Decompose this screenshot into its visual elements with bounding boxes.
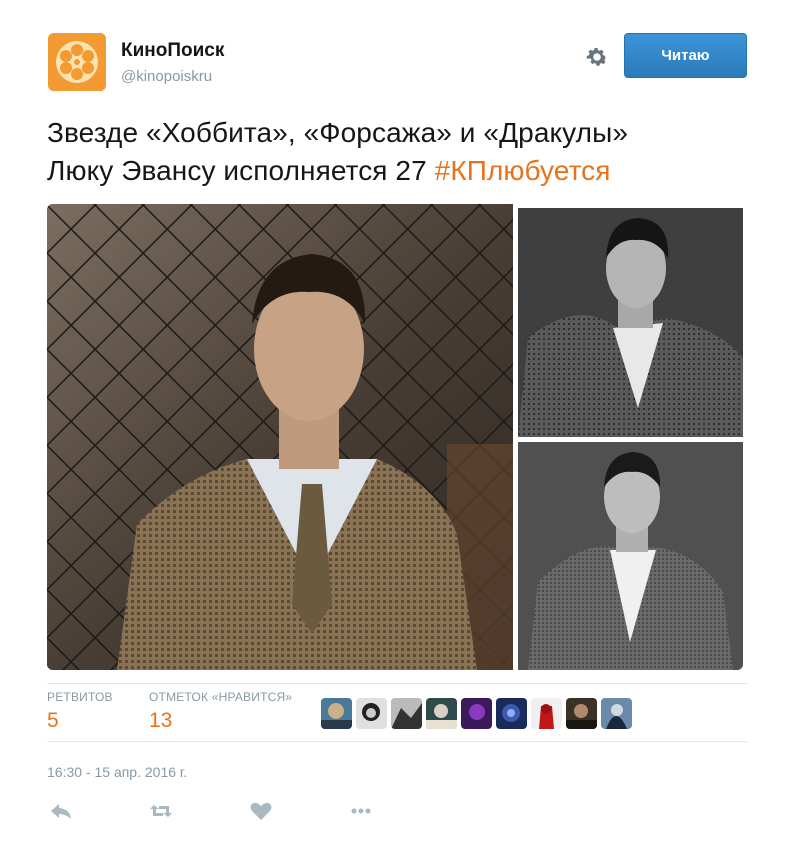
reply-icon[interactable] (47, 797, 75, 825)
tweet-text: Звезде «Хоббита», «Форсажа» и «Дракулы» … (47, 114, 767, 190)
film-reel-logo-icon (48, 33, 106, 91)
more-icon[interactable] (347, 797, 375, 825)
timestamp[interactable]: 16:30 - 15 апр. 2016 г. (47, 764, 187, 780)
hashtag-link[interactable]: #КПлюбуется (435, 155, 611, 186)
likes-stat[interactable]: ОТМЕТОК «НРАВИТСЯ» 13 (149, 690, 292, 733)
follow-button[interactable]: Читаю (624, 33, 747, 78)
likes-count: 13 (149, 709, 173, 732)
divider (47, 741, 747, 742)
media-grid (47, 204, 744, 670)
tweet-text-line1: Звезде «Хоббита», «Форсажа» и «Дракулы» (47, 117, 628, 148)
liker-avatar[interactable] (496, 698, 527, 729)
liker-avatar[interactable] (391, 698, 422, 729)
divider (47, 683, 747, 684)
retweets-stat[interactable]: РЕТВИТОВ 5 (47, 690, 113, 733)
liker-avatar[interactable] (531, 698, 562, 729)
retweets-count: 5 (47, 709, 59, 732)
liker-avatars (321, 698, 632, 729)
author-name[interactable]: КиноПоиск (121, 40, 224, 62)
retweet-icon[interactable] (147, 797, 175, 825)
like-icon[interactable] (247, 797, 275, 825)
liker-avatar[interactable] (356, 698, 387, 729)
author-handle[interactable]: @kinopoiskru (121, 68, 212, 85)
author-avatar[interactable] (48, 33, 106, 91)
retweets-label: РЕТВИТОВ (47, 690, 113, 704)
gear-icon[interactable] (584, 44, 610, 70)
tweet-text-line2: Люку Эвансу исполняется 27 (47, 155, 435, 186)
liker-avatar[interactable] (426, 698, 457, 729)
action-bar (47, 797, 447, 827)
liker-avatar[interactable] (321, 698, 352, 729)
liker-avatar[interactable] (566, 698, 597, 729)
likes-label: ОТМЕТОК «НРАВИТСЯ» (149, 690, 293, 704)
photo-main[interactable] (47, 204, 513, 670)
photo-bottom-right[interactable] (518, 442, 743, 670)
liker-avatar[interactable] (461, 698, 492, 729)
liker-avatar[interactable] (601, 698, 632, 729)
photo-top-right[interactable] (518, 208, 743, 437)
